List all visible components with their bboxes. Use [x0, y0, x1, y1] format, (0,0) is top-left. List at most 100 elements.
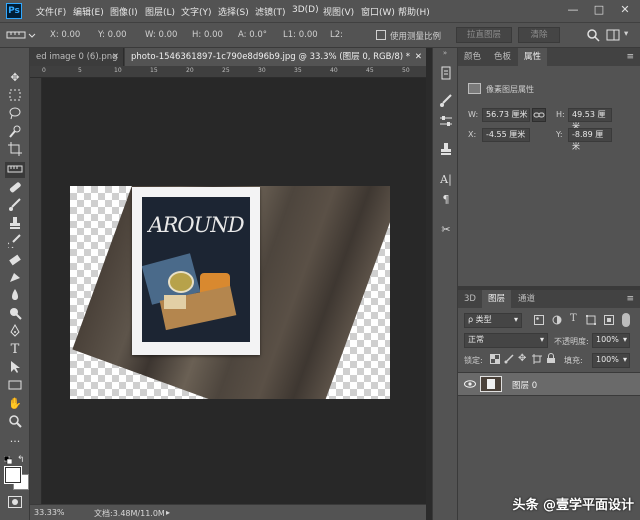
- menu-edit[interactable]: 编辑(E): [73, 5, 104, 18]
- blend-mode-select[interactable]: 正常 ▾: [464, 333, 548, 348]
- clear-button[interactable]: 清除: [518, 27, 560, 43]
- opacity-field[interactable]: 100% ▾: [592, 333, 630, 348]
- layers-menu-icon[interactable]: ≡: [626, 294, 634, 304]
- menu-filter[interactable]: 滤镜(T): [255, 5, 286, 18]
- eraser-tool-icon[interactable]: [5, 252, 25, 268]
- lasso-tool-icon[interactable]: [5, 106, 25, 122]
- lock-all-icon[interactable]: [546, 353, 556, 367]
- lock-transparent-icon[interactable]: [490, 354, 500, 367]
- eye-icon[interactable]: [464, 379, 476, 389]
- quick-select-tool-icon[interactable]: [5, 124, 25, 140]
- ruler-tool-icon[interactable]: [6, 28, 36, 42]
- type-tool-icon[interactable]: T: [5, 342, 25, 358]
- tab-3d[interactable]: 3D: [458, 290, 482, 308]
- rectangle-tool-icon[interactable]: [5, 378, 25, 394]
- path-select-tool-icon[interactable]: [5, 360, 25, 376]
- filter-adjustment-icon[interactable]: [552, 315, 562, 328]
- filter-shape-icon[interactable]: [586, 315, 596, 328]
- chevron-down-icon: ▾: [622, 335, 627, 344]
- menu-help[interactable]: 帮助(H): [398, 5, 430, 18]
- adjustments-icon[interactable]: [437, 114, 455, 130]
- dodge-tool-icon[interactable]: [5, 306, 25, 322]
- move-tool-icon[interactable]: ✥: [5, 70, 25, 86]
- collapse-icon[interactable]: »: [436, 50, 454, 57]
- maximize-button[interactable]: □: [588, 2, 610, 18]
- healing-brush-tool-icon[interactable]: [5, 180, 25, 196]
- blend-mode-value: 正常: [468, 335, 484, 344]
- y-field[interactable]: -8.89 厘米: [568, 128, 612, 151]
- swap-colors-icon[interactable]: ↰: [17, 455, 25, 465]
- workspace-dropdown-icon[interactable]: ▾: [624, 29, 628, 39]
- filter-toggle[interactable]: [622, 313, 630, 327]
- tab-photo[interactable]: photo-1546361897-1c790e8d96b9.jpg @ 33.3…: [125, 48, 426, 66]
- more-tools-icon[interactable]: ···: [5, 434, 25, 450]
- menu-layer[interactable]: 图层(L): [145, 5, 175, 18]
- pen-tool-icon[interactable]: [5, 323, 25, 340]
- tool-presets-icon[interactable]: ✂: [437, 222, 455, 238]
- filter-type-icon[interactable]: T: [570, 313, 577, 324]
- gradient-tool-icon[interactable]: [5, 270, 25, 286]
- magazine-title: AROUND: [148, 213, 244, 237]
- width-field[interactable]: 56.73 厘米: [482, 108, 530, 122]
- layer-name[interactable]: 图层 0: [512, 379, 537, 391]
- tab-color[interactable]: 颜色: [458, 48, 487, 66]
- crop-tool-icon[interactable]: [5, 142, 25, 158]
- measure-scale-checkbox[interactable]: [376, 30, 386, 40]
- zoom-tool-icon[interactable]: [5, 414, 25, 430]
- close-tab-icon[interactable]: ✕: [412, 48, 422, 66]
- close-tab-icon[interactable]: ✕: [112, 48, 119, 66]
- magazine-photo: AROUND: [132, 187, 260, 355]
- marquee-tool-icon[interactable]: [5, 88, 25, 104]
- menu-view[interactable]: 视图(V): [323, 5, 354, 18]
- straighten-layer-button[interactable]: 拉直图层: [456, 27, 512, 43]
- menu-3d[interactable]: 3D(D): [292, 5, 319, 15]
- brush-tool-icon[interactable]: [5, 198, 25, 214]
- brush-settings-icon[interactable]: [437, 94, 455, 110]
- hand-tool-icon[interactable]: ✋: [5, 396, 25, 412]
- fill-field[interactable]: 100% ▾: [592, 353, 630, 368]
- tab-channels[interactable]: 通道: [512, 290, 541, 308]
- menu-file[interactable]: 文件(F): [36, 5, 66, 18]
- tab-image-0[interactable]: ed image 0 (6).png ✕: [30, 48, 124, 66]
- foreground-color-swatch[interactable]: [5, 467, 21, 483]
- close-window-button[interactable]: ✕: [614, 2, 636, 18]
- tab-swatches[interactable]: 色板: [488, 48, 517, 66]
- lock-artboard-icon[interactable]: [532, 354, 542, 367]
- clone-source-icon[interactable]: [437, 142, 455, 158]
- document-canvas[interactable]: AROUND: [70, 186, 390, 399]
- tab-layers[interactable]: 图层: [482, 290, 512, 308]
- filter-pixel-icon[interactable]: [534, 315, 544, 328]
- pixel-layer-icon: [468, 83, 481, 94]
- lock-pixels-icon[interactable]: [504, 354, 514, 367]
- link-icon[interactable]: [532, 108, 546, 122]
- layer-row[interactable]: 图层 0: [458, 372, 640, 396]
- tab-properties[interactable]: 属性: [518, 48, 548, 66]
- chevron-down-icon: ▾: [622, 355, 627, 364]
- paragraph-icon[interactable]: ¶: [437, 192, 455, 208]
- menu-image[interactable]: 图像(I): [110, 5, 138, 18]
- layer-filter-select[interactable]: ρ 类型 ▾: [464, 313, 522, 328]
- character-icon[interactable]: A|: [437, 172, 455, 188]
- menu-select[interactable]: 选择(S): [218, 5, 249, 18]
- minimize-button[interactable]: —: [562, 2, 584, 18]
- status-menu-icon[interactable]: ▸: [166, 508, 170, 517]
- zoom-level[interactable]: 33.33%: [34, 508, 65, 517]
- clone-stamp-tool-icon[interactable]: [5, 216, 25, 232]
- history-icon[interactable]: [437, 66, 455, 82]
- height-field[interactable]: 49.53 厘米: [568, 108, 612, 131]
- search-icon[interactable]: [586, 28, 600, 42]
- layer-filter-value: ρ 类型: [468, 315, 492, 324]
- history-brush-tool-icon[interactable]: [5, 234, 25, 250]
- workspace-icon[interactable]: [606, 28, 620, 42]
- default-colors-icon[interactable]: [3, 455, 13, 465]
- lock-position-icon[interactable]: ✥: [518, 353, 526, 364]
- ruler-tick-label: 20: [186, 67, 194, 74]
- menu-type[interactable]: 文字(Y): [181, 5, 212, 18]
- blur-tool-icon[interactable]: [5, 288, 25, 304]
- filter-smartobject-icon[interactable]: [604, 315, 614, 328]
- menu-window[interactable]: 窗口(W): [361, 5, 395, 18]
- panel-menu-icon[interactable]: ≡: [626, 52, 634, 62]
- ruler-tool-icon[interactable]: [5, 162, 25, 178]
- x-field[interactable]: -4.55 厘米: [482, 128, 530, 142]
- quick-mask-icon[interactable]: [8, 496, 22, 508]
